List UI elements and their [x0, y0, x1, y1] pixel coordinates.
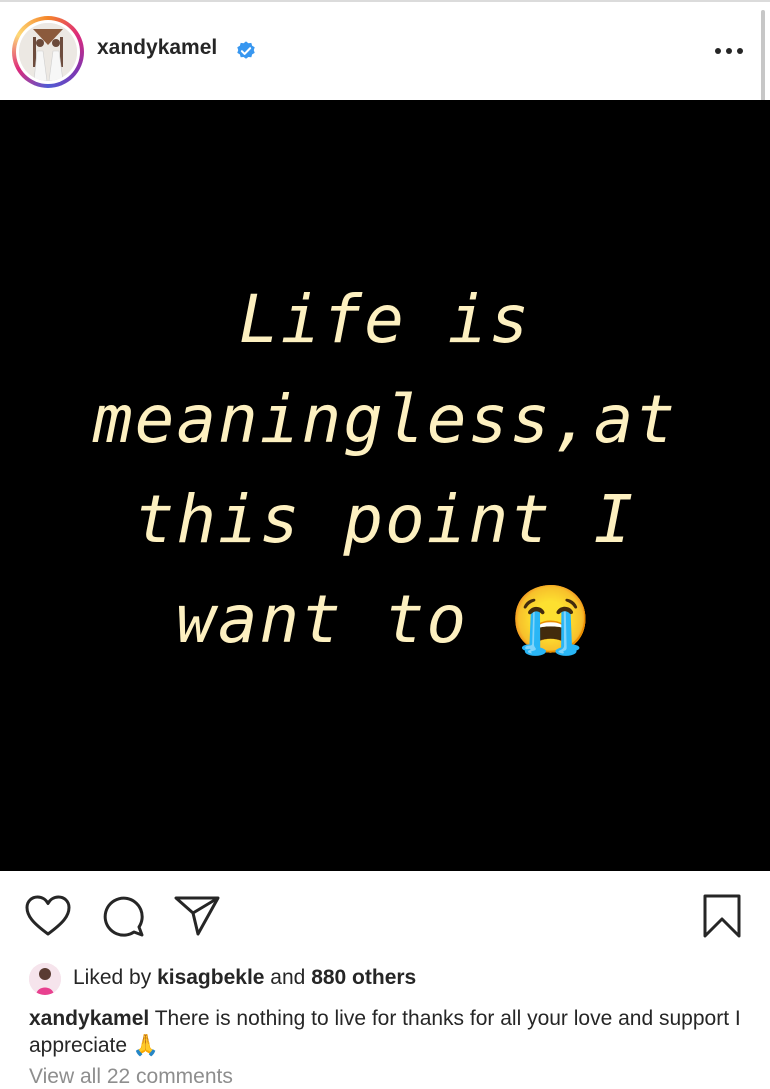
post-image[interactable]: Life is meaningless,at this point I want…: [0, 100, 770, 871]
post-text-line-4: want to 😭: [0, 570, 770, 670]
likes-and: and: [264, 966, 312, 989]
profile-photo-icon: [19, 23, 77, 81]
likes-others-count[interactable]: 880 others: [311, 966, 416, 989]
post-text-line-4-words: want to: [175, 581, 469, 658]
crying-emoji: 😭: [509, 581, 595, 658]
post-image-text: Life is meaningless,at this point I want…: [0, 270, 770, 670]
verified-badge-icon: [237, 41, 255, 59]
bookmark-icon[interactable]: [702, 893, 742, 939]
avatar[interactable]: [19, 23, 77, 81]
caption-username[interactable]: xandykamel: [29, 1007, 149, 1030]
heart-icon[interactable]: [25, 895, 71, 937]
more-options-icon[interactable]: [712, 38, 746, 64]
action-bar: [0, 871, 770, 961]
likes-row: Liked by kisagbekle and 880 others: [0, 962, 770, 996]
scrollbar[interactable]: [761, 10, 765, 102]
praying-hands-emoji: 🙏: [132, 1034, 160, 1057]
post-text-line-1: Life is: [238, 281, 532, 358]
post-username[interactable]: xandykamel: [97, 36, 217, 60]
post-text-line-2: meaningless,at: [92, 381, 678, 458]
post-text-line-3: this point I: [134, 481, 636, 558]
liked-by-prefix: Liked by: [73, 966, 158, 989]
liker-photo-icon: [29, 963, 61, 995]
liker-avatar[interactable]: [29, 963, 61, 995]
comment-icon[interactable]: [101, 894, 145, 938]
post-caption: xandykamel There is nothing to live for …: [29, 1005, 749, 1059]
post-header: xandykamel: [0, 2, 770, 102]
liker-username[interactable]: kisagbekle: [157, 966, 264, 989]
story-ring[interactable]: [12, 16, 84, 88]
view-all-comments-link[interactable]: View all 22 comments: [29, 1065, 233, 1089]
likes-text[interactable]: Liked by kisagbekle and 880 others: [73, 966, 416, 990]
share-icon[interactable]: [174, 895, 220, 937]
